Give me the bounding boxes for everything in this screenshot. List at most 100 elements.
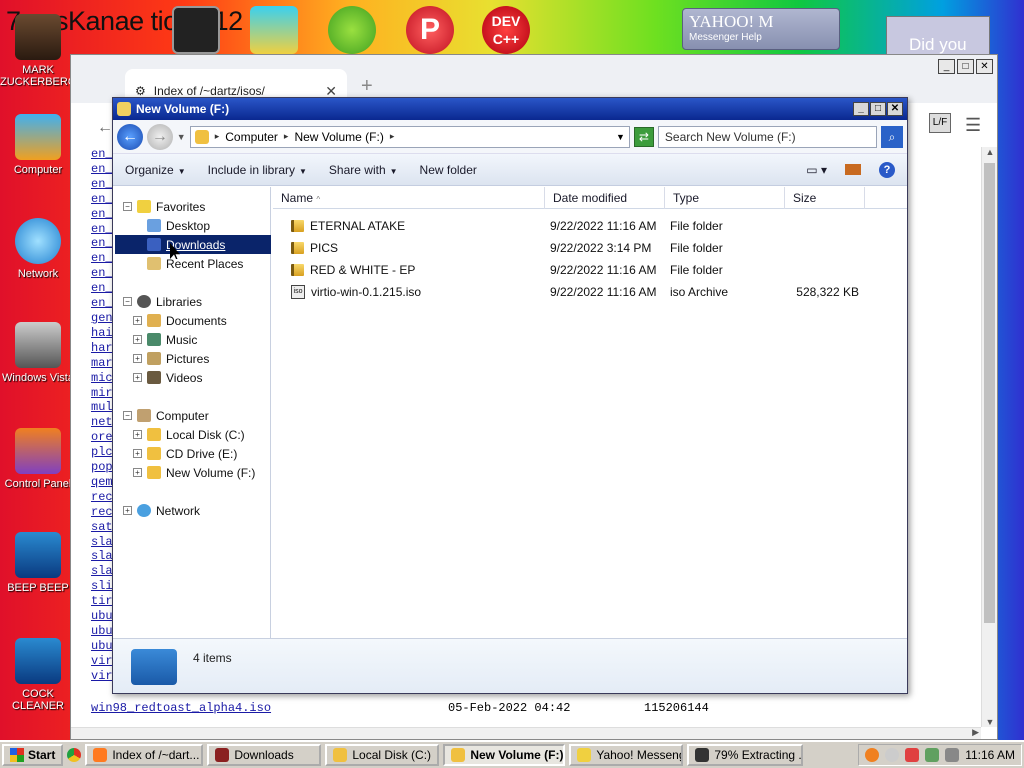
file-name[interactable]: ETERNAL ATAKE xyxy=(291,215,405,237)
collapse-icon[interactable]: − xyxy=(123,411,132,420)
desktop-icon-mark-zuckerberg[interactable]: MARK ZUCKERBERG xyxy=(0,14,76,88)
tree-music[interactable]: + Music xyxy=(133,330,197,349)
expand-icon[interactable]: + xyxy=(133,449,142,458)
maximize-button[interactable]: □ xyxy=(870,102,886,116)
tree-favorites[interactable]: − Favorites xyxy=(123,197,205,216)
recent-pages-dropdown[interactable]: ▼ xyxy=(177,132,186,142)
collapse-icon[interactable]: − xyxy=(123,202,132,211)
new-tab-button[interactable]: + xyxy=(361,75,373,98)
scroll-right-icon[interactable]: ▶ xyxy=(972,727,979,738)
minimize-button[interactable]: _ xyxy=(853,102,869,116)
desktop-icon-beep-beep[interactable]: BEEP BEEP xyxy=(0,532,76,594)
tree-pictures[interactable]: + Pictures xyxy=(133,349,209,368)
clock[interactable]: 11:16 AM xyxy=(965,748,1015,762)
file-row[interactable]: PICS 9/22/2022 3:14 PM File folder xyxy=(273,237,907,259)
search-icon[interactable] xyxy=(865,748,880,762)
vertical-scrollbar[interactable]: ▲ ▼ xyxy=(981,147,997,727)
desktop-icon-cock-cleaner[interactable]: COCK CLEANER xyxy=(0,638,76,712)
directory-link[interactable]: net xyxy=(91,415,113,430)
directory-link[interactable]: en_ xyxy=(91,222,113,237)
directory-link[interactable]: ore xyxy=(91,430,113,445)
close-button[interactable]: ✕ xyxy=(887,102,903,116)
breadcrumb-new-volume[interactable]: New Volume (F:) xyxy=(294,130,383,144)
share-with-button[interactable]: Share with ▼ xyxy=(329,163,398,177)
taskbar-button[interactable]: New Volume (F:) xyxy=(443,744,566,766)
security-icon[interactable] xyxy=(905,748,920,762)
network-status-icon[interactable] xyxy=(925,748,940,762)
directory-link[interactable]: pop xyxy=(91,460,113,475)
desktop-icon-recycle-bin[interactable]: Windows Vista xyxy=(0,322,76,384)
directory-link[interactable]: vir xyxy=(91,669,113,684)
tree-downloads[interactable]: Downloads xyxy=(115,235,271,254)
tree-computer[interactable]: − Computer xyxy=(123,406,209,425)
directory-link[interactable]: mic xyxy=(91,371,113,386)
cmd-icon[interactable] xyxy=(172,6,220,54)
directory-link[interactable]: sla xyxy=(91,535,113,550)
directory-link[interactable]: sla xyxy=(91,549,113,564)
expand-icon[interactable]: + xyxy=(133,373,142,382)
column-header-date[interactable]: Date modified xyxy=(545,187,665,209)
desktop-icon-network[interactable]: Network xyxy=(0,218,76,280)
collapse-icon[interactable]: − xyxy=(123,297,132,306)
desktop-icon-control-panel[interactable]: Control Panel xyxy=(0,428,76,490)
expand-icon[interactable]: + xyxy=(133,316,142,325)
tree-network[interactable]: + Network xyxy=(123,501,200,520)
expand-icon[interactable]: + xyxy=(133,354,142,363)
preview-pane-icon[interactable] xyxy=(845,164,861,175)
directory-link[interactable]: en_ xyxy=(91,207,113,222)
yahoo-widget[interactable]: YAHOO! M Messenger Help xyxy=(682,8,840,50)
include-in-library-button[interactable]: Include in library ▼ xyxy=(208,163,307,177)
tree-local-disk[interactable]: + Local Disk (C:) xyxy=(133,425,245,444)
scroll-thumb[interactable] xyxy=(984,163,995,623)
directory-link[interactable]: tir xyxy=(91,594,113,609)
organize-button[interactable]: Organize ▼ xyxy=(125,163,186,177)
directory-link[interactable]: mir xyxy=(91,386,113,401)
expand-icon[interactable]: + xyxy=(133,335,142,344)
tree-new-volume[interactable]: + New Volume (F:) xyxy=(133,463,255,482)
directory-link[interactable]: plc xyxy=(91,445,113,460)
view-options-icon[interactable]: ▭ ▾ xyxy=(806,163,827,177)
start-button[interactable]: Start xyxy=(2,744,64,766)
file-name[interactable]: iso virtio-win-0.1.215.iso xyxy=(291,281,421,303)
chrome-quicklaunch-icon[interactable] xyxy=(67,748,82,762)
stack-icon[interactable] xyxy=(250,6,298,54)
tree-documents[interactable]: + Documents xyxy=(133,311,227,330)
desktop-icon-computer[interactable]: Computer xyxy=(0,114,76,176)
search-input[interactable]: Search New Volume (F:) xyxy=(657,125,878,148)
address-dropdown-icon[interactable]: ▼ xyxy=(616,132,625,142)
column-header-type[interactable]: Type xyxy=(665,187,785,209)
back-button[interactable]: ← xyxy=(117,123,143,150)
close-button[interactable]: ✕ xyxy=(976,59,993,74)
messenger-icon[interactable] xyxy=(885,748,900,762)
taskbar-button[interactable]: Yahoo! Messenger xyxy=(569,744,684,766)
devcpp-icon[interactable]: DEV C++ xyxy=(482,6,530,54)
directory-link[interactable]: vir xyxy=(91,654,113,669)
column-header-size[interactable]: Size xyxy=(785,187,865,209)
directory-link[interactable]: en_ xyxy=(91,177,113,192)
breadcrumb-computer[interactable]: Computer xyxy=(225,130,278,144)
directory-link[interactable]: sla xyxy=(91,564,113,579)
scroll-down-icon[interactable]: ▼ xyxy=(982,717,998,727)
directory-link[interactable]: ubu xyxy=(91,639,113,654)
extension-icon[interactable]: L/F xyxy=(929,113,951,133)
forward-button[interactable]: → xyxy=(146,123,173,150)
tree-libraries[interactable]: − Libraries xyxy=(123,292,202,311)
scroll-up-icon[interactable]: ▲ xyxy=(982,147,998,157)
help-icon[interactable]: ? xyxy=(879,161,895,178)
search-icon[interactable]: ⌕ xyxy=(881,125,903,148)
directory-link[interactable]: sat xyxy=(91,520,113,535)
directory-link[interactable]: mul xyxy=(91,400,113,415)
directory-link[interactable]: rec xyxy=(91,505,113,520)
horizontal-scrollbar[interactable]: ▶ xyxy=(71,727,981,739)
volume-icon[interactable] xyxy=(945,748,960,762)
directory-link[interactable]: rec xyxy=(91,490,113,505)
file-row[interactable]: RED & WHITE - EP 9/22/2022 11:16 AM File f… xyxy=(273,259,907,281)
file-name[interactable]: PICS xyxy=(291,237,338,259)
directory-link[interactable]: har xyxy=(91,341,113,356)
directory-link[interactable]: en_ xyxy=(91,162,113,177)
directory-link[interactable]: mar xyxy=(91,356,113,371)
column-header-name[interactable]: Name ^ xyxy=(273,187,545,209)
directory-link[interactable]: ubu xyxy=(91,624,113,639)
directory-link[interactable]: hai xyxy=(91,326,113,341)
directory-link[interactable]: en_ xyxy=(91,281,113,296)
